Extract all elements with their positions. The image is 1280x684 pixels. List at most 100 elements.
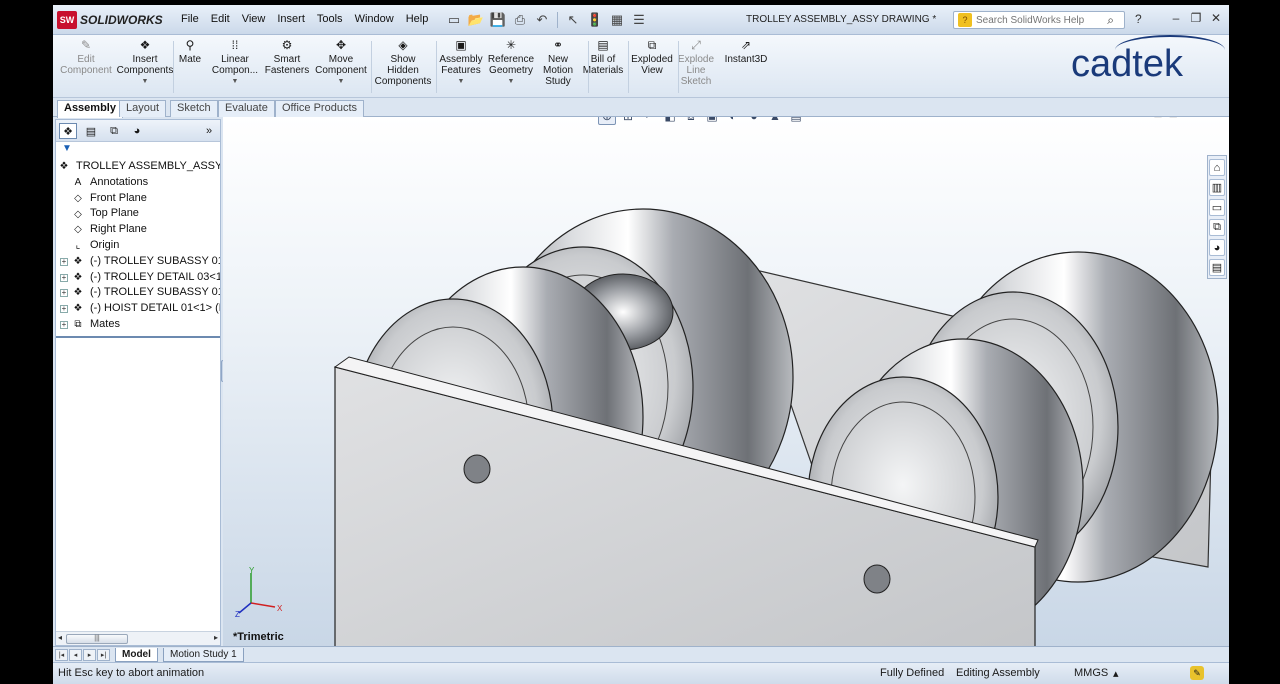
undo-icon[interactable]: ↶ <box>533 11 551 29</box>
expand-icon[interactable]: + <box>60 289 68 298</box>
dropdown-arrow-icon[interactable]: ▼ <box>142 76 149 87</box>
zoom-to-area-icon[interactable]: ⊞ <box>619 117 637 125</box>
expand-icon[interactable]: + <box>60 273 68 282</box>
horizontal-scrollbar[interactable]: ◂ ||| ▸ <box>56 631 220 645</box>
instant3d-button[interactable]: ⇗ Instant3D <box>716 38 776 66</box>
tab-evaluate[interactable]: Evaluate <box>218 100 275 117</box>
tree-filter[interactable]: ▼ <box>56 143 220 157</box>
help-search-box[interactable]: ? ⌕ <box>953 11 1125 29</box>
show-hidden-button[interactable]: ◈ Show Hidden Components <box>373 38 433 88</box>
first-tab-icon[interactable]: |◂ <box>55 649 68 661</box>
tree-item[interactable]: ◇ Front Plane <box>56 191 220 207</box>
tree-item[interactable]: + ❖ (-) TROLLEY SUBASSY 01_A <box>56 285 220 301</box>
trolley-assembly-model[interactable] <box>223 117 1229 652</box>
menu-edit[interactable]: Edit <box>205 13 236 25</box>
expand-icon[interactable]: + <box>60 257 68 266</box>
minimize-icon[interactable]: – <box>1167 10 1185 26</box>
viewport-close-icon[interactable]: ✕ <box>1212 117 1221 120</box>
smart-fasteners-button[interactable]: ⚙ Smart Fasteners <box>257 37 317 77</box>
rebuild-status-icon[interactable]: ✎ <box>1190 666 1204 680</box>
tab-sketch[interactable]: Sketch <box>170 100 218 117</box>
menu-insert[interactable]: Insert <box>271 13 311 25</box>
unit-system[interactable]: MMGS <box>1074 667 1108 679</box>
solidworks-logo[interactable]: SW SOLIDWORKS <box>57 10 163 30</box>
tree-item[interactable]: + ❖ (-) HOIST DETAIL 01<1> (D <box>56 301 220 317</box>
custom-properties-icon[interactable]: ▤ <box>1209 259 1225 276</box>
tree-item[interactable]: + ❖ (-) TROLLEY SUBASSY 01_A <box>56 254 220 270</box>
options-icon[interactable]: ☰ <box>630 11 648 29</box>
viewport-split-icon[interactable]: ⊟ <box>1153 117 1162 120</box>
print-icon[interactable]: ⎙ <box>511 11 529 29</box>
search-icon[interactable]: ⌕ <box>1107 13 1114 28</box>
feature-manager-tab-icon[interactable]: ❖ <box>59 123 77 139</box>
view-orientation-icon[interactable]: ⧈ <box>682 117 700 125</box>
menu-help[interactable]: Help <box>400 13 435 25</box>
prev-tab-icon[interactable]: ◂ <box>69 649 82 661</box>
view-palette-icon[interactable]: ⧉ <box>1209 219 1225 236</box>
edit-appearance-icon[interactable]: ● <box>745 117 763 125</box>
tab-model[interactable]: Model <box>115 648 158 662</box>
tree-item[interactable]: ⌞ Origin <box>56 238 220 254</box>
tree-item[interactable]: ◇ Top Plane <box>56 206 220 222</box>
help-search-input[interactable] <box>976 14 1096 26</box>
dropdown-arrow-icon[interactable]: ▼ <box>508 76 515 87</box>
tab-layout[interactable]: Layout <box>119 100 167 117</box>
view-settings-icon[interactable]: ▤ <box>787 117 805 125</box>
tree-item[interactable]: + ⧉ Mates <box>56 317 220 333</box>
help-icon[interactable]: ? <box>1135 12 1142 26</box>
viewport-restore-icon[interactable]: ❐ <box>1196 117 1206 120</box>
select-icon[interactable]: ↖ <box>564 11 582 29</box>
new-document-icon[interactable]: ▭ <box>445 11 463 29</box>
last-tab-icon[interactable]: ▸| <box>97 649 110 661</box>
menu-window[interactable]: Window <box>349 13 400 25</box>
save-icon[interactable]: 💾 <box>489 11 507 29</box>
filter-icon[interactable]: ▼ <box>62 143 72 154</box>
viewport-link-icon[interactable]: ⊞ <box>1169 117 1178 120</box>
dropdown-arrow-icon[interactable]: ▼ <box>458 76 465 87</box>
hide-show-items-icon[interactable]: ◐ <box>724 117 742 125</box>
tab-motion-study-1[interactable]: Motion Study 1 <box>163 648 244 662</box>
open-document-icon[interactable]: 📂 <box>467 11 485 29</box>
unit-system-menu-icon[interactable]: ▴ <box>1113 667 1119 680</box>
menu-view[interactable]: View <box>236 13 272 25</box>
previous-view-icon[interactable]: ↶ <box>640 117 658 125</box>
graphics-viewport[interactable]: ⊕ ⊞ ↶ ◧ ⧈ ▣ ◐ ● ▲ ▤ ⊟ ⊞ – ❐ ✕ Y X Z *Tri… <box>223 117 1229 652</box>
file-properties-icon[interactable]: ▦ <box>608 11 626 29</box>
display-manager-tab-icon[interactable]: ◕ <box>128 123 146 139</box>
rebuild-icon[interactable]: 🚦 <box>586 11 604 29</box>
smart-fasteners-icon: ⚙ <box>281 37 293 52</box>
display-style-icon[interactable]: ▣ <box>703 117 721 125</box>
section-view-icon[interactable]: ◧ <box>661 117 679 125</box>
tree-item[interactable]: ◇ Right Plane <box>56 222 220 238</box>
scroll-right-icon[interactable]: ▸ <box>214 633 218 642</box>
edit-component-button[interactable]: ✎ Edit Component <box>56 38 116 77</box>
scroll-left-icon[interactable]: ◂ <box>58 633 62 642</box>
restore-icon[interactable]: ❐ <box>1187 10 1205 26</box>
tree-item[interactable]: + ❖ (-) TROLLEY DETAIL 03<1> <box>56 270 220 286</box>
expand-icon[interactable]: + <box>60 305 68 314</box>
close-icon[interactable]: ✕ <box>1207 10 1225 26</box>
menu-file[interactable]: File <box>175 13 205 25</box>
zoom-to-fit-icon[interactable]: ⊕ <box>598 117 616 125</box>
menu-tools[interactable]: Tools <box>311 13 349 25</box>
expand-icon[interactable]: + <box>60 320 68 329</box>
configuration-manager-tab-icon[interactable]: ⧉ <box>105 123 123 139</box>
expand-panel-icon[interactable]: » <box>200 123 218 139</box>
scroll-thumb[interactable]: ||| <box>66 634 128 644</box>
appearances-icon[interactable]: ◕ <box>1209 239 1225 256</box>
file-explorer-icon[interactable]: ▭ <box>1209 199 1225 216</box>
solidworks-resources-icon[interactable]: ⌂ <box>1209 159 1225 176</box>
apply-scene-icon[interactable]: ▲ <box>766 117 784 125</box>
dropdown-arrow-icon[interactable]: ▼ <box>232 76 239 87</box>
tab-office-products[interactable]: Office Products <box>275 100 364 117</box>
tree-item[interactable]: A Annotations <box>56 175 220 191</box>
linear-pattern-button[interactable]: ⁞⁞ Linear Compon... ▼ <box>205 38 265 87</box>
move-component-button[interactable]: ✥ Move Component ▼ <box>311 38 371 87</box>
design-library-icon[interactable]: ▥ <box>1209 179 1225 196</box>
dropdown-arrow-icon[interactable]: ▼ <box>338 76 345 87</box>
next-tab-icon[interactable]: ▸ <box>83 649 96 661</box>
viewport-minimize-icon[interactable]: – <box>1184 117 1190 120</box>
tree-item[interactable]: ❖ TROLLEY ASSEMBLY_ASSY DRA <box>56 159 220 175</box>
property-manager-tab-icon[interactable]: ▤ <box>82 123 100 139</box>
tab-assembly[interactable]: Assembly <box>57 100 123 118</box>
